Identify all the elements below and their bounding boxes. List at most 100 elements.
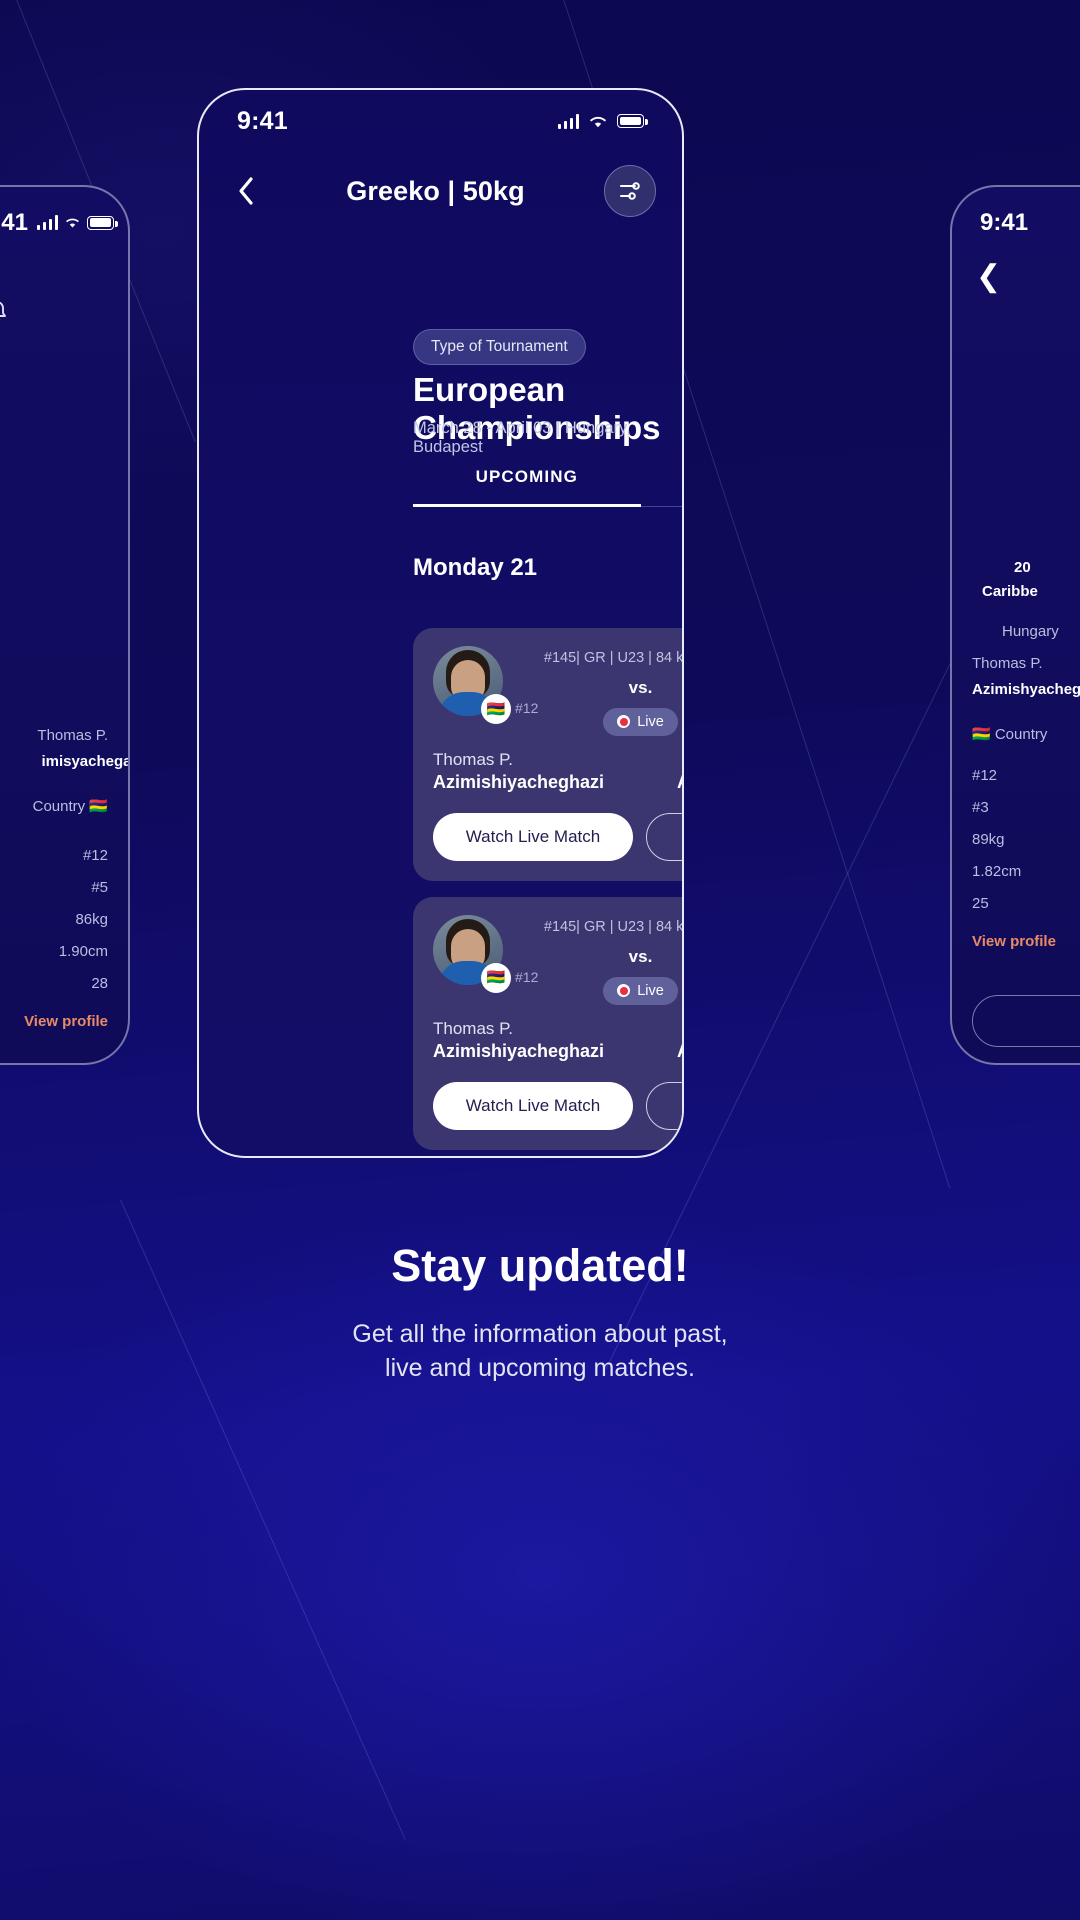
status-badge-label: Live	[637, 982, 664, 999]
caption-block: Stay updated! Get all the information ab…	[0, 1240, 1080, 1386]
match-header-row: 🇲🇺 #12 #145| GR | U23 | 84 kg| Mat B vs.…	[433, 646, 684, 736]
side-stat-2: 86kg	[75, 911, 108, 928]
caption-line-2: live and upcoming matches.	[385, 1353, 695, 1382]
side-stat-1: #5	[91, 879, 108, 896]
athlete-last-name: Azimishiyacheghazi	[677, 1041, 682, 1062]
match-meta: #145| GR | U23 | 84 kg| Mat B	[543, 918, 684, 935]
background-phone-left: 9:41 3 nd R | #145 ocal Time Thomas P. i…	[0, 185, 130, 1065]
athlete-left-name: Thomas P. Azimishiyacheghazi	[433, 1019, 604, 1062]
vs-label: vs.	[628, 946, 653, 966]
tournament-type-tag: Type of Tournament	[413, 329, 586, 365]
side-stat-3: 1.90cm	[58, 943, 108, 960]
wifi-icon	[66, 218, 79, 228]
details-button[interactable]: Details	[646, 1081, 682, 1130]
wifi-icon	[590, 116, 606, 127]
athlete-left[interactable]: 🇲🇺 #12	[433, 914, 538, 993]
athlete-first-name: Alireza N.	[677, 1019, 682, 1039]
status-bar: 9:41	[199, 90, 682, 152]
status-badge-wrap: Live	[519, 707, 682, 736]
athlete-first-name: Alireza N.	[677, 750, 682, 770]
side-status-time: 9:41	[0, 209, 28, 236]
tab-past[interactable]: PAST	[640, 467, 682, 507]
live-dot-icon	[617, 984, 631, 997]
side-view-profile-link[interactable]: View profile	[972, 933, 1056, 950]
chevron-left-icon[interactable]: ❮	[976, 259, 1001, 294]
status-icons	[557, 113, 648, 129]
athlete-names-row: Thomas P. Azimishiyacheghazi Alireza N. …	[433, 1019, 682, 1062]
side-stat-4: 28	[91, 975, 108, 992]
match-info: #145| GR | U23 | 84 kg| Mat B vs. Live	[519, 646, 684, 736]
caption-title: Stay updated!	[391, 1240, 689, 1291]
side-event: Caribbe	[982, 583, 1038, 600]
page-background: 9:41 3 nd R | #145 ocal Time Thomas P. i…	[0, 0, 1080, 1920]
match-header-row: 🇲🇺 #12 #145| GR | U23 | 84 kg| Mat B vs.…	[433, 914, 684, 1005]
athlete-first-name: Thomas P.	[433, 749, 514, 769]
athlete-last-name: Azimishiyacheghazi	[433, 771, 605, 792]
side-athlete-first: Thomas P.	[972, 655, 1043, 672]
page-title: Greeko | 50kg	[346, 175, 525, 206]
status-time: 9:41	[237, 106, 288, 135]
caption-subtitle: Get all the information about past, live…	[0, 1318, 1080, 1386]
status-badge-label: Live	[637, 713, 664, 730]
watch-live-match-button[interactable]: Watch Live Match	[433, 1081, 633, 1130]
athlete-right-name: Alireza N. Azimishiyacheghazi	[677, 750, 682, 793]
flag-icon: 🇲🇺	[481, 694, 511, 724]
signal-bars-icon	[36, 215, 58, 230]
battery-icon	[617, 114, 648, 128]
tab-bar: UPCOMING PAST	[413, 467, 682, 507]
athlete-last-name: Azimishiyacheghazi	[433, 1040, 605, 1061]
athlete-first-name: Thomas P.	[433, 1018, 514, 1038]
chevron-left-icon	[239, 177, 253, 205]
day-label: Monday 21	[413, 554, 538, 581]
side-country-label: Country 🇲🇺	[32, 798, 108, 815]
side-stat-2: 89kg	[972, 831, 1005, 848]
match-meta: #145| GR | U23 | 84 kg| Mat B	[543, 650, 684, 666]
live-dot-icon	[617, 715, 631, 729]
athlete-rank: #12	[515, 700, 539, 716]
caption-line-1: Get all the information about past,	[352, 1320, 728, 1348]
status-badge: Live	[603, 707, 678, 736]
match-info: #145| GR | U23 | 84 kg| Mat B vs. Live	[519, 915, 684, 1005]
side-stat-0: #12	[82, 847, 108, 864]
event-subtitle: March 28 - April 03 | Hungary, Budapest	[413, 419, 631, 456]
day-row: Monday 21 Show results	[413, 549, 682, 587]
match-actions: Watch Live Match Details	[433, 812, 682, 861]
side-stat-1: #3	[972, 799, 989, 816]
side-status-icons	[36, 215, 118, 230]
side-country-label: 🇲🇺 Country	[972, 726, 1048, 743]
bell-icon	[0, 293, 16, 331]
background-phone-right: 9:41 ❮ 20 Caribbe Hungary Thomas P. Azim…	[950, 185, 1080, 1065]
athlete-left[interactable]: 🇲🇺 #12	[433, 646, 538, 724]
side-country: Hungary	[1002, 623, 1059, 640]
back-button[interactable]	[225, 170, 267, 212]
side-stat-4: 25	[972, 895, 989, 912]
athlete-last-name: Azimishiyacheghazi	[677, 772, 682, 793]
watch-live-match-button[interactable]: Watch Live Match	[433, 812, 633, 861]
side-status-time: 9:41	[980, 209, 1029, 236]
side-cta-pill[interactable]	[972, 995, 1080, 1047]
tab-upcoming[interactable]: UPCOMING	[413, 467, 641, 507]
match-list: 🇲🇺 #12 #145| GR | U23 | 84 kg| Mat B vs.…	[413, 628, 684, 1156]
side-athlete-last: imisyachegaei	[41, 753, 130, 770]
athlete-rank: #12	[515, 968, 539, 985]
side-athlete-first: Thomas P.	[37, 727, 108, 744]
main-phone-frame: 9:41 Greeko | 50kg Type of Tournament Eu…	[197, 88, 684, 1158]
side-view-profile-link[interactable]: View profile	[24, 1013, 108, 1030]
status-badge: Live	[603, 976, 678, 1005]
match-card[interactable]: 🇲🇺 #12 #145| GR | U23 | 84 kg| Mat B vs.…	[413, 628, 684, 881]
athlete-left-name: Thomas P. Azimishiyacheghazi	[433, 750, 604, 793]
details-button[interactable]: Details	[646, 812, 682, 861]
side-stat-3: 1.82cm	[972, 863, 1022, 880]
side-year: 20	[1014, 559, 1031, 576]
filter-button[interactable]	[604, 165, 656, 217]
flag-icon: 🇲🇺	[481, 962, 511, 993]
vs-label: vs.	[628, 677, 653, 697]
filter-sliders-icon	[620, 182, 640, 200]
match-card[interactable]: 🇲🇺 #12 #145| GR | U23 | 84 kg| Mat B vs.…	[413, 896, 684, 1150]
app-header: Greeko | 50kg	[199, 152, 682, 230]
battery-icon	[87, 215, 118, 230]
athlete-names-row: Thomas P. Azimishiyacheghazi Alireza N. …	[433, 750, 682, 793]
signal-bars-icon	[557, 113, 579, 129]
side-stat-0: #12	[972, 767, 998, 784]
match-actions: Watch Live Match Details	[433, 1081, 682, 1130]
